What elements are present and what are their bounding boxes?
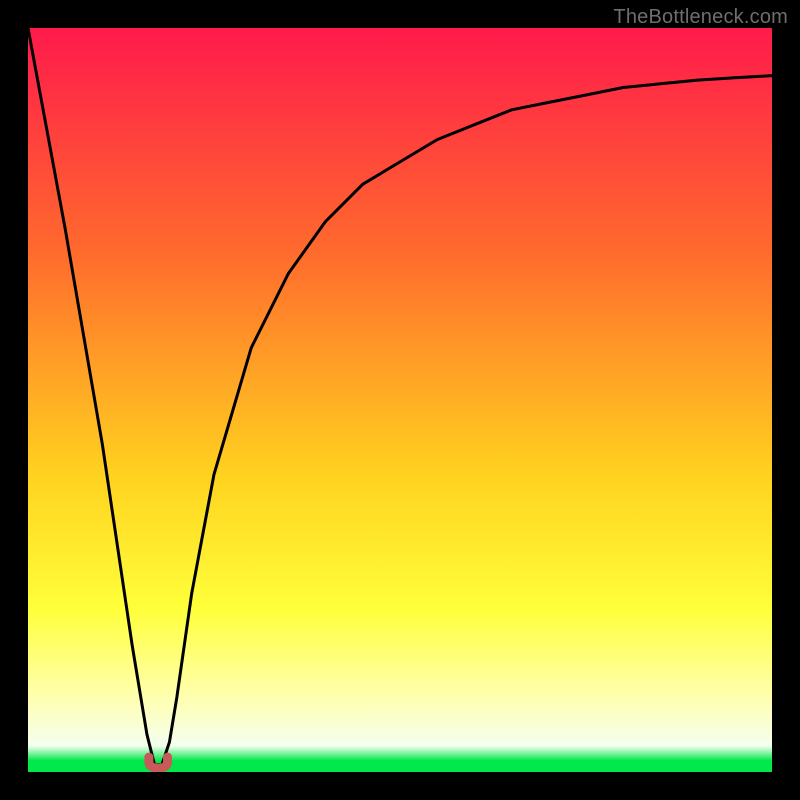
watermark-label: TheBottleneck.com bbox=[613, 6, 788, 29]
plot-area bbox=[28, 28, 772, 772]
chart-frame: TheBottleneck.com bbox=[0, 0, 800, 800]
bottleneck-chart bbox=[28, 28, 772, 772]
gradient-background bbox=[28, 28, 772, 772]
